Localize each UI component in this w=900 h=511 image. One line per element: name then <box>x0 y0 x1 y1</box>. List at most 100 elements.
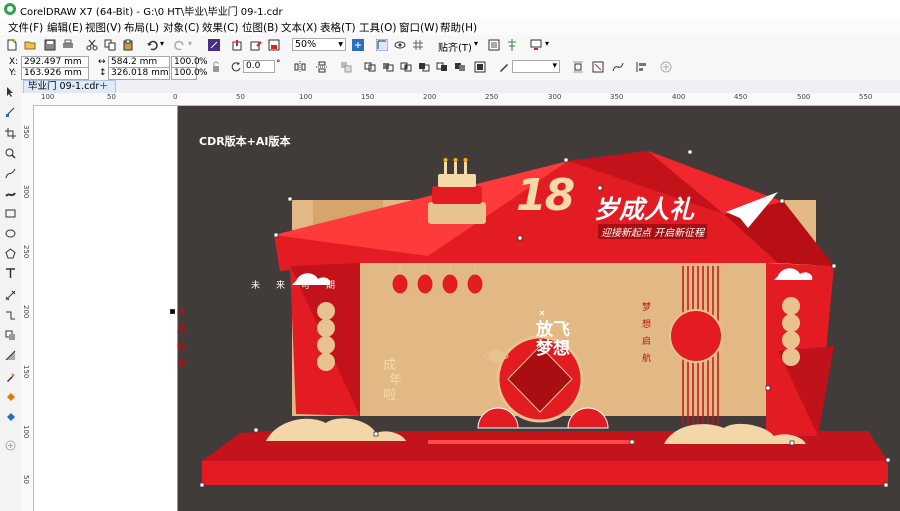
menu-bar: 文件(F) 编辑(E) 视图(V) 布局(L) 对象(C) 效果(C) 位图(B… <box>0 19 900 35</box>
weld-icon[interactable] <box>364 61 376 73</box>
ruler-h-tick: 450 <box>734 93 748 101</box>
ruler-v-tick: 250 <box>22 245 30 259</box>
rotation-angle-field[interactable]: 0.0 <box>243 60 275 73</box>
pick-tool-icon[interactable] <box>5 86 16 97</box>
left-pillar-char: 乘 <box>177 308 187 318</box>
options-icon[interactable] <box>488 39 500 51</box>
add-tool-icon[interactable] <box>5 440 16 451</box>
interactive-fill-tool-icon[interactable] <box>5 392 16 403</box>
menu-table[interactable]: 表格(T) <box>320 20 356 35</box>
menu-file[interactable]: 文件(F) <box>8 20 43 35</box>
menu-text[interactable]: 文本(X) <box>281 20 317 35</box>
center-char: 啦 <box>383 388 397 403</box>
text-tool-icon[interactable] <box>5 268 16 279</box>
vertical-ruler[interactable]: 350 300 250 200 150 100 50 <box>21 105 34 511</box>
alignment-guides-icon[interactable] <box>506 39 518 51</box>
menu-window[interactable]: 窗口(W) <box>399 20 439 35</box>
zoom-value: 50% <box>295 39 317 50</box>
left-pillar-char: 破 <box>177 342 187 352</box>
design-artboard[interactable]: CDR版本+AI版本 18 岁成人礼 迎接新起点 开启新征程 未 来 可 期 乘… <box>177 106 900 511</box>
menu-bitmaps[interactable]: 位图(B) <box>242 20 278 35</box>
snap-to-dropdown[interactable]: 贴齐(T) <box>438 39 472 54</box>
quick-customize-icon[interactable] <box>592 61 604 73</box>
selection-handle[interactable] <box>170 309 175 314</box>
parallel-dimension-tool-icon[interactable] <box>5 290 16 301</box>
undo-icon[interactable] <box>146 39 158 51</box>
export-icon[interactable] <box>250 39 262 51</box>
drop-shadow-tool-icon[interactable] <box>5 330 16 341</box>
back-minus-front-icon[interactable] <box>454 61 466 73</box>
menu-layout[interactable]: 布局(L) <box>124 20 159 35</box>
drawing-canvas[interactable]: CDR版本+AI版本 18 岁成人礼 迎接新起点 开启新征程 未 来 可 期 乘… <box>34 106 900 511</box>
headline-subline: 迎接新起点 开启新征程 <box>598 224 708 239</box>
menu-edit[interactable]: 编辑(E) <box>47 20 83 35</box>
horizontal-ruler[interactable]: 100 50 0 50 100 150 200 250 300 350 400 … <box>21 93 900 106</box>
show-grid-icon[interactable] <box>412 39 424 51</box>
ellipse-tool-icon[interactable] <box>5 228 16 239</box>
copy-icon[interactable] <box>104 39 116 51</box>
align-distribute-icon[interactable] <box>636 61 648 73</box>
toolbox <box>0 80 22 511</box>
import-icon[interactable] <box>232 39 244 51</box>
view-icon[interactable] <box>394 39 406 51</box>
publish-pdf-icon[interactable] <box>268 39 280 51</box>
new-tab-plus-icon[interactable]: + <box>99 79 108 92</box>
paste-icon[interactable] <box>122 39 134 51</box>
crop-tool-icon[interactable] <box>5 128 16 139</box>
zoom-tool-icon[interactable] <box>5 148 16 159</box>
convert-to-curves-icon[interactable] <box>612 61 624 73</box>
undo-dropdown-icon[interactable]: ▾ <box>160 39 164 48</box>
group-icon[interactable] <box>340 61 352 73</box>
add-customize-icon[interactable] <box>660 61 672 73</box>
menu-tools[interactable]: 工具(O) <box>359 20 396 35</box>
zoom-level-select[interactable]: 50% ▾ <box>292 38 346 51</box>
redo-icon[interactable] <box>174 39 186 51</box>
launch-application-icon[interactable] <box>530 39 542 51</box>
menu-object[interactable]: 对象(C) <box>163 20 200 35</box>
ruler-v-tick: 150 <box>22 365 30 379</box>
color-eyedropper-tool-icon[interactable] <box>5 372 16 383</box>
dream-badge <box>669 309 723 363</box>
lantern-char: 可 <box>301 281 311 291</box>
transparency-tool-icon[interactable] <box>5 350 16 361</box>
lock-ratio-icon[interactable] <box>210 61 222 73</box>
ruler-h-tick: 500 <box>797 93 811 101</box>
show-rulers-icon[interactable] <box>376 39 388 51</box>
stage-front <box>202 461 888 485</box>
open-folder-icon[interactable] <box>24 39 36 51</box>
trim-icon[interactable] <box>382 61 394 73</box>
ruler-h-tick: 200 <box>423 93 437 101</box>
percent-label: % <box>199 57 208 67</box>
ruler-h-tick: 0 <box>173 93 178 101</box>
save-icon[interactable] <box>44 39 56 51</box>
create-boundary-icon[interactable] <box>474 61 486 73</box>
y-position-field[interactable]: 163.926 mm <box>21 67 89 80</box>
scale-height-field[interactable]: 100.0 <box>171 67 200 80</box>
front-minus-back-icon[interactable] <box>436 61 448 73</box>
freehand-tool-icon[interactable] <box>5 168 16 179</box>
redo-dropdown-icon[interactable]: ▾ <box>188 39 192 48</box>
shape-tool-icon[interactable] <box>5 106 16 117</box>
artistic-media-tool-icon[interactable] <box>5 188 16 199</box>
mirror-vertical-icon[interactable] <box>316 61 328 73</box>
full-screen-preview-icon[interactable] <box>352 39 364 51</box>
smart-fill-tool-icon[interactable] <box>5 412 16 423</box>
menu-effects[interactable]: 效果(C) <box>202 20 239 35</box>
mirror-horizontal-icon[interactable] <box>294 61 306 73</box>
outline-width-select[interactable]: ▾ <box>512 60 560 73</box>
new-document-icon[interactable] <box>6 39 18 51</box>
height-field[interactable]: 326.018 mm <box>108 67 170 80</box>
connector-tool-icon[interactable] <box>5 310 16 321</box>
menu-help[interactable]: 帮助(H) <box>440 20 477 35</box>
print-icon[interactable] <box>62 39 74 51</box>
intersect-icon[interactable] <box>400 61 412 73</box>
search-content-icon[interactable] <box>208 39 220 51</box>
text-wrap-icon[interactable] <box>572 61 584 73</box>
ruler-h-tick: 400 <box>672 93 686 101</box>
rectangle-tool-icon[interactable] <box>5 208 16 219</box>
polygon-tool-icon[interactable] <box>5 248 16 259</box>
simplify-icon[interactable] <box>418 61 430 73</box>
cut-icon[interactable] <box>86 39 98 51</box>
menu-view[interactable]: 视图(V) <box>85 20 121 35</box>
right-pillar-char: 想 <box>642 320 652 330</box>
